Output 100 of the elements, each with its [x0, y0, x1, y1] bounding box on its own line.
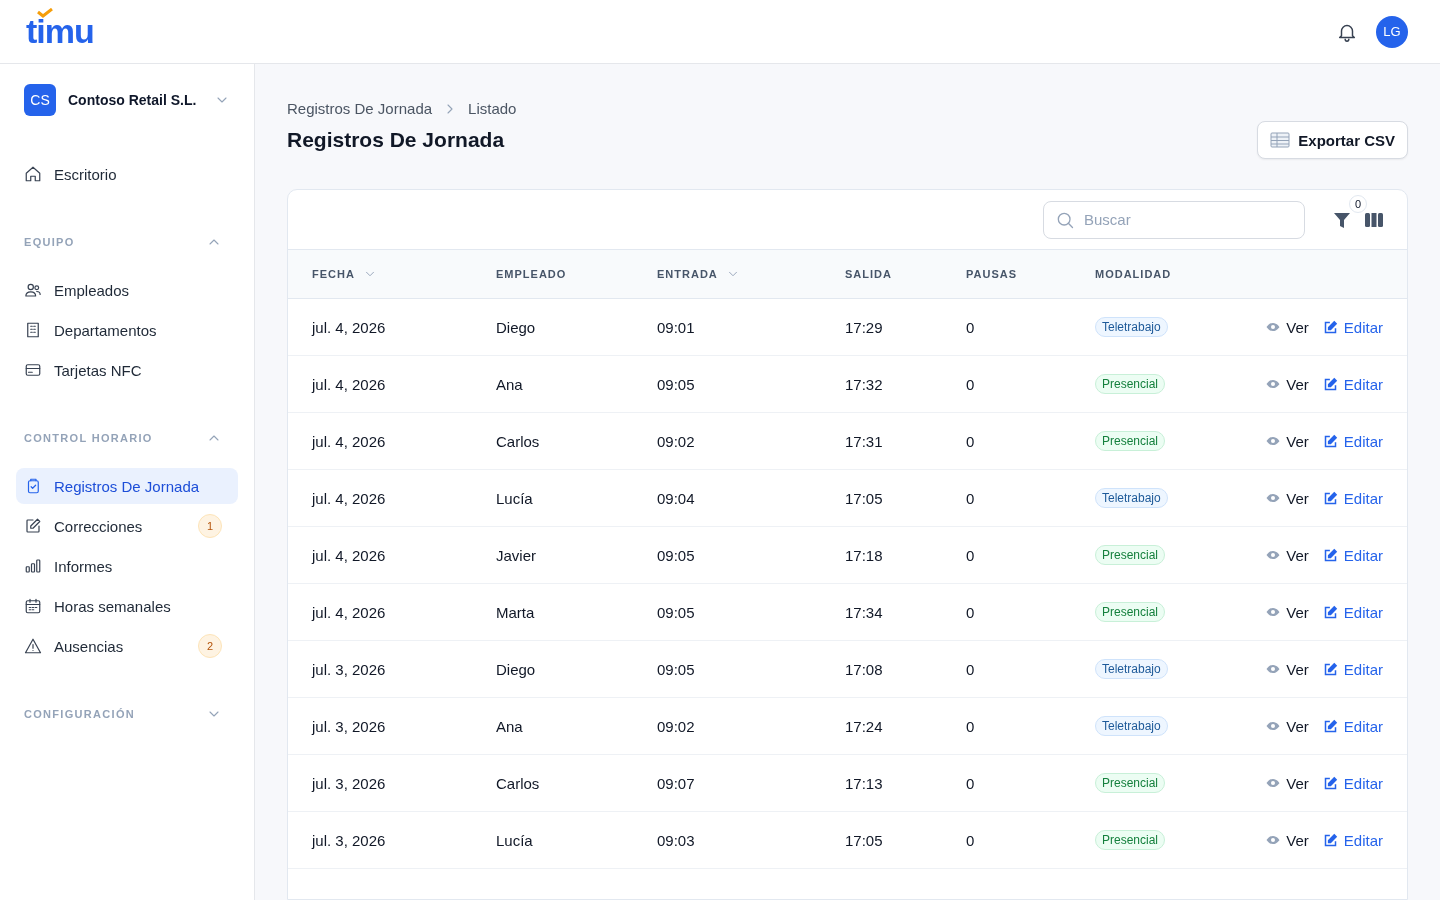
mode-badge: Presencial	[1095, 773, 1166, 793]
edit-link[interactable]: Editar	[1322, 318, 1383, 336]
time-cell: 09:05	[657, 546, 695, 564]
employee-cell: Javier	[496, 546, 536, 564]
sidebar-item[interactable]: Departamentos	[16, 312, 238, 348]
time-cell: 09:03	[657, 831, 695, 849]
edit-link[interactable]: Editar	[1322, 546, 1383, 564]
employee-cell: Carlos	[496, 774, 540, 792]
date-cell: jul. 4, 2026	[312, 546, 386, 564]
edit-icon	[1322, 775, 1338, 791]
breaks-cell: 0	[966, 774, 975, 792]
employee-cell: Diego	[496, 660, 536, 678]
edit-link[interactable]: Editar	[1322, 375, 1383, 393]
eye-icon	[1266, 434, 1281, 448]
employee-cell: Lucía	[496, 489, 533, 507]
employee-cell: Lucía	[496, 831, 533, 849]
time-cell: 09:02	[657, 432, 695, 450]
eye-icon	[1266, 719, 1281, 733]
breadcrumb-item: Listado	[468, 100, 517, 117]
column-header[interactable]: FECHA	[312, 267, 377, 281]
eye-icon	[1266, 662, 1281, 676]
mode-badge: Presencial	[1095, 602, 1166, 622]
view-link[interactable]: Ver	[1266, 375, 1309, 393]
edit-icon	[24, 517, 42, 535]
time-cell: 17:13	[845, 774, 883, 792]
date-cell: jul. 4, 2026	[312, 603, 386, 621]
eye-icon	[1266, 548, 1281, 562]
edit-icon	[1322, 661, 1338, 677]
breaks-cell: 0	[966, 318, 975, 336]
edit-link[interactable]: Editar	[1322, 660, 1383, 678]
calendar-icon	[24, 597, 42, 615]
time-cell: 09:07	[657, 774, 695, 792]
time-cell: 17:31	[845, 432, 883, 450]
time-cell: 09:01	[657, 318, 695, 336]
sidebar-item[interactable]: Correcciones 1	[16, 508, 238, 544]
view-link[interactable]: Ver	[1266, 489, 1309, 507]
eye-icon	[1266, 776, 1281, 790]
breaks-cell: 0	[966, 489, 975, 507]
breaks-cell: 0	[966, 546, 975, 564]
count-badge: 2	[198, 634, 222, 658]
count-badge: 1	[198, 514, 222, 538]
edit-link[interactable]: Editar	[1322, 432, 1383, 450]
time-cell: 09:02	[657, 717, 695, 735]
edit-link[interactable]: Editar	[1322, 774, 1383, 792]
eye-icon	[1266, 491, 1281, 505]
view-link[interactable]: Ver	[1266, 774, 1309, 792]
sidebar-item[interactable]: Tarjetas NFC	[16, 352, 238, 388]
breaks-cell: 0	[966, 432, 975, 450]
edit-link[interactable]: Editar	[1322, 603, 1383, 621]
columns-icon[interactable]	[1365, 211, 1383, 228]
edit-icon	[1322, 490, 1338, 506]
time-cell: 17:34	[845, 603, 883, 621]
page-title: Registros De Jornada	[287, 128, 505, 152]
sidebar-item[interactable]: Registros De Jornada	[16, 468, 238, 504]
edit-icon	[1322, 547, 1338, 563]
view-link[interactable]: Ver	[1266, 546, 1309, 564]
time-cell: 17:18	[845, 546, 883, 564]
mode-badge: Teletrabajo	[1095, 488, 1168, 508]
sidebar-item[interactable]: Escritorio	[16, 156, 238, 192]
view-link[interactable]: Ver	[1266, 603, 1309, 621]
eye-icon	[1266, 377, 1281, 391]
table-icon	[1270, 132, 1291, 148]
filter-count: 0	[1349, 194, 1367, 213]
view-link[interactable]: Ver	[1266, 831, 1309, 849]
view-link[interactable]: Ver	[1266, 432, 1309, 450]
time-cell: 17:05	[845, 489, 883, 507]
time-cell: 17:24	[845, 717, 883, 735]
breadcrumb-item[interactable]: Registros De Jornada	[287, 100, 433, 117]
mode-badge: Teletrabajo	[1095, 659, 1168, 679]
home-icon	[24, 165, 42, 183]
time-cell: 17:29	[845, 318, 883, 336]
edit-link[interactable]: Editar	[1322, 489, 1383, 507]
sidebar-item[interactable]: Horas semanales	[16, 588, 238, 624]
time-cell: 09:04	[657, 489, 695, 507]
user-avatar[interactable]: LG	[1376, 15, 1408, 48]
column-header[interactable]: ENTRADA	[657, 267, 740, 281]
mode-badge: Teletrabajo	[1095, 317, 1168, 337]
search-field[interactable]: Buscar	[1043, 200, 1305, 239]
bar-chart-icon	[24, 557, 42, 575]
sidebar-item[interactable]: Empleados	[16, 272, 238, 308]
warning-icon	[24, 637, 42, 655]
edit-link[interactable]: Editar	[1322, 831, 1383, 849]
employee-cell: Ana	[496, 375, 523, 393]
edit-link[interactable]: Editar	[1322, 717, 1383, 735]
export-button[interactable]: Exportar CSV	[1257, 121, 1408, 159]
sidebar-item[interactable]: Informes	[16, 548, 238, 584]
mode-badge: Presencial	[1095, 431, 1166, 451]
filter-icon[interactable]	[1333, 210, 1351, 229]
sidebar-item[interactable]: Ausencias 2	[16, 628, 238, 664]
view-link[interactable]: Ver	[1266, 660, 1309, 678]
organization-selector[interactable]: CS Contoso Retail S.L.	[16, 84, 238, 116]
employee-cell: Ana	[496, 717, 523, 735]
edit-icon	[1322, 718, 1338, 734]
column-header: PAUSAS	[966, 268, 1018, 280]
view-link[interactable]: Ver	[1266, 318, 1309, 336]
column-header: SALIDA	[845, 268, 892, 280]
eye-icon	[1266, 833, 1281, 847]
edit-icon	[1322, 604, 1338, 620]
view-link[interactable]: Ver	[1266, 717, 1309, 735]
breaks-cell: 0	[966, 717, 975, 735]
